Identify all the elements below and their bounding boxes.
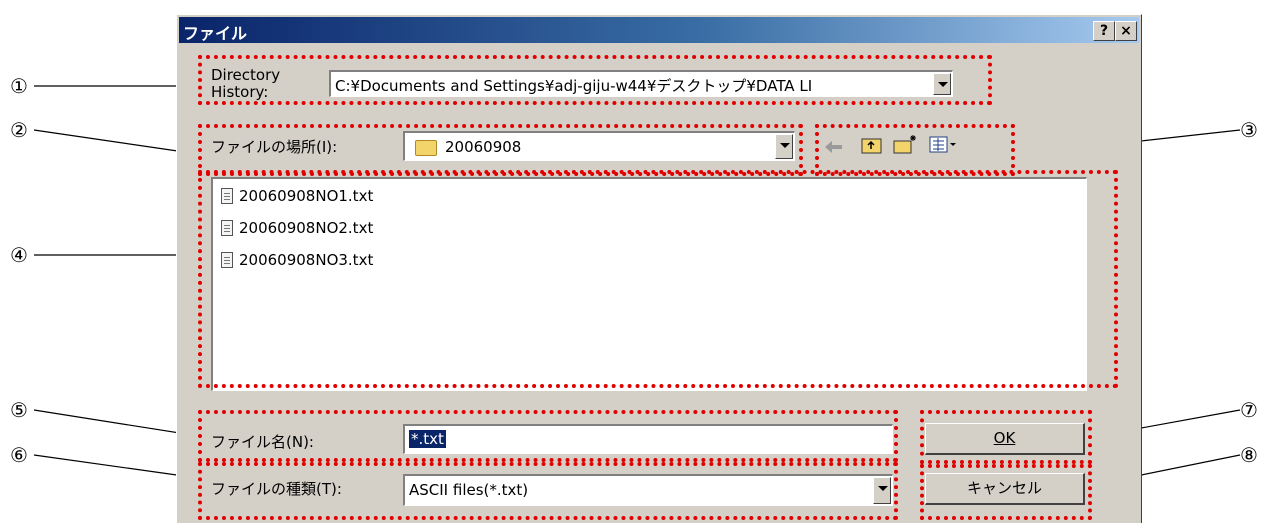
cancel-label: キャンセル	[966, 479, 1042, 497]
file-name: 20060908NO1.txt	[239, 187, 374, 205]
filetype-value: ASCII files(*.txt)	[409, 481, 529, 499]
up-folder-icon[interactable]	[861, 135, 883, 155]
directory-history-value: C:¥Documents and Settings¥adj-giju-w44¥デ…	[335, 77, 813, 95]
title-bar[interactable]: ファイル ? ×	[179, 17, 1139, 43]
cancel-button[interactable]: キャンセル	[925, 473, 1085, 505]
file-name: 20060908NO2.txt	[239, 219, 374, 237]
directory-history-label: Directory History:	[211, 66, 281, 101]
filename-value: *.txt	[409, 430, 446, 448]
directory-history-combo[interactable]: C:¥Documents and Settings¥adj-giju-w44¥デ…	[329, 70, 953, 97]
text-file-icon	[221, 220, 233, 236]
look-in-folder: 20060908	[445, 138, 522, 156]
callout-5: ⑤	[10, 398, 28, 422]
callout-3: ③	[1240, 118, 1258, 142]
filetype-combo[interactable]: ASCII files(*.txt)	[403, 474, 893, 506]
file-name: 20060908NO3.txt	[239, 251, 374, 269]
list-item[interactable]: 20060908NO3.txt	[221, 249, 373, 271]
callout-1: ①	[10, 74, 28, 98]
text-file-icon	[221, 252, 233, 268]
callout-4: ④	[10, 243, 28, 267]
list-item[interactable]: 20060908NO1.txt	[221, 185, 373, 207]
help-button[interactable]: ?	[1093, 21, 1115, 41]
filename-label: ファイル名(N):	[211, 433, 314, 451]
text-file-icon	[221, 188, 233, 204]
callout-6: ⑥	[10, 443, 28, 467]
look-in-label: ファイルの場所(I):	[211, 138, 338, 156]
close-button[interactable]: ×	[1115, 21, 1137, 41]
callout-7: ⑦	[1240, 398, 1258, 422]
look-in-combo[interactable]: 20060908	[403, 131, 795, 161]
filetype-label: ファイルの種類(T):	[211, 480, 342, 498]
callout-8: ⑧	[1240, 443, 1258, 467]
callout-2: ②	[10, 118, 28, 142]
view-menu-icon[interactable]	[929, 135, 959, 155]
file-list[interactable]: 20060908NO1.txt 20060908NO2.txt 20060908…	[211, 177, 1087, 391]
ok-button[interactable]: OK	[925, 423, 1085, 455]
ok-label: OK	[993, 429, 1016, 447]
filename-input[interactable]: *.txt	[403, 424, 893, 454]
chevron-down-icon[interactable]	[775, 134, 793, 159]
folder-icon	[415, 140, 437, 156]
new-folder-icon[interactable]	[893, 133, 919, 155]
chevron-down-icon[interactable]	[933, 73, 951, 95]
chevron-down-icon[interactable]	[873, 477, 891, 504]
window-title: ファイル	[183, 24, 248, 43]
list-item[interactable]: 20060908NO2.txt	[221, 217, 373, 239]
back-icon[interactable]	[825, 139, 843, 153]
file-dialog: ファイル ? × Directory History: C:¥Documents…	[176, 14, 1142, 523]
